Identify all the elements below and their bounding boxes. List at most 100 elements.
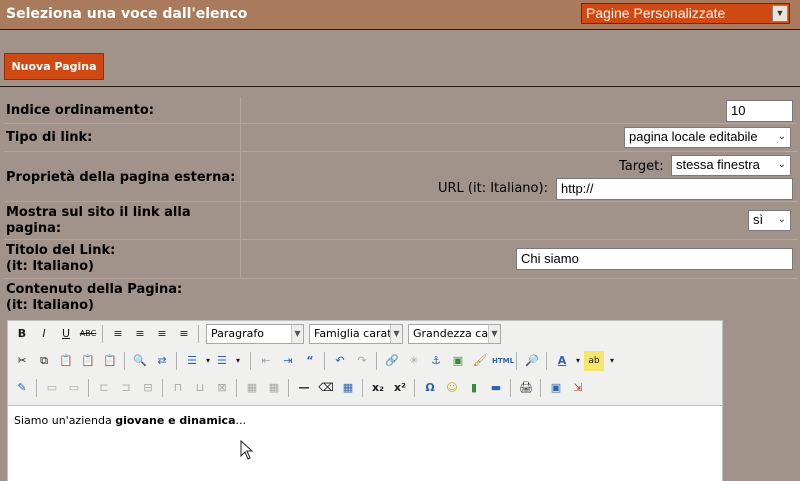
order-index-input[interactable]: 10: [726, 100, 793, 122]
table-icon[interactable]: ▦: [338, 378, 358, 398]
blockquote-icon[interactable]: “: [300, 351, 320, 371]
nonbreaking-icon[interactable]: ▬: [486, 378, 506, 398]
paste-text-icon[interactable]: 📋: [78, 351, 98, 371]
header-bar: Seleziona una voce dall'elenco Pagine Pe…: [0, 0, 800, 30]
new-page-button[interactable]: Nuova Pagina: [4, 53, 104, 80]
row-order-index: Indice ordinamento: 10: [4, 97, 797, 124]
chevron-down-icon: ⌄: [777, 159, 786, 170]
split-cells-icon[interactable]: ▦: [242, 378, 262, 398]
toolbar-separator: [36, 379, 37, 397]
url-input[interactable]: http://: [556, 178, 793, 200]
toolbar-separator: [362, 379, 363, 397]
table-delete-col-icon[interactable]: ⊠: [212, 378, 232, 398]
image-icon[interactable]: ▣: [448, 351, 468, 371]
page-title: Seleziona una voce dall'elenco: [6, 6, 248, 22]
editor-content-area[interactable]: Siamo un'azienda giovane e dinamica...: [8, 405, 722, 481]
chevron-down-icon[interactable]: ▼: [772, 5, 788, 22]
font-size-combo[interactable]: Grandezza car ▼: [408, 324, 501, 344]
rich-text-editor: B I U ABC ≡ ≡ ≡ ≡ Paragrafo ▼ Famiglia c…: [7, 320, 723, 481]
unlink-icon[interactable]: ✳: [404, 351, 424, 371]
column-divider: [240, 240, 241, 278]
column-divider: [240, 152, 241, 201]
remove-format-icon[interactable]: ⌫: [316, 378, 336, 398]
insert-column-icon[interactable]: ▭: [64, 378, 84, 398]
toolbar-separator: [162, 379, 163, 397]
chevron-down-icon[interactable]: ▾: [228, 351, 248, 371]
chevron-down-icon: ⌄: [777, 131, 786, 142]
toolbar-separator: [176, 352, 177, 370]
align-right-icon[interactable]: ≡: [152, 324, 172, 344]
paste-word-icon[interactable]: 📋: [100, 351, 120, 371]
font-family-combo[interactable]: Famiglia caratt ▼: [309, 324, 403, 344]
find-icon[interactable]: 🔍: [130, 351, 150, 371]
html-source-icon[interactable]: HTML: [492, 351, 514, 371]
order-index-label: Indice ordinamento:: [6, 103, 154, 118]
horizontal-rule-icon[interactable]: —: [294, 378, 314, 398]
undo-icon[interactable]: ↶: [330, 351, 350, 371]
emoticon-icon[interactable]: ☺: [442, 378, 462, 398]
outdent-icon[interactable]: ⇤: [256, 351, 276, 371]
content-text: Siamo un'azienda: [14, 414, 116, 427]
align-justify-icon[interactable]: ≡: [174, 324, 194, 344]
table-col-before-icon[interactable]: ⊓: [168, 378, 188, 398]
row-external-page: Proprietà della pagina esterna: Target: …: [4, 152, 797, 202]
toolbar-separator: [88, 379, 89, 397]
indent-icon[interactable]: ⇥: [278, 351, 298, 371]
toolbar-separator: [324, 352, 325, 370]
merge-cells-icon[interactable]: ▦: [264, 378, 284, 398]
replace-icon[interactable]: ⇄: [152, 351, 172, 371]
superscript-icon[interactable]: x²: [390, 378, 410, 398]
mouse-cursor-icon: [240, 440, 254, 460]
redo-icon[interactable]: ↷: [352, 351, 372, 371]
chevron-down-icon[interactable]: ▾: [602, 351, 622, 371]
align-center-icon[interactable]: ≡: [130, 324, 150, 344]
highlight-color-icon[interactable]: ab: [584, 351, 604, 371]
italic-icon[interactable]: I: [34, 324, 54, 344]
underline-icon[interactable]: U: [56, 324, 76, 344]
fullscreen-icon[interactable]: ▣: [546, 378, 566, 398]
toolbar-separator: [546, 352, 547, 370]
toolbar-separator: [288, 379, 289, 397]
strikethrough-icon[interactable]: ABC: [78, 324, 98, 344]
insert-row-icon[interactable]: ▭: [42, 378, 62, 398]
link-type-select[interactable]: pagina locale editabile ⌄: [624, 127, 791, 148]
media-icon[interactable]: ▮: [464, 378, 484, 398]
section-select[interactable]: Pagine Personalizzate ▼: [581, 3, 790, 24]
paste-icon[interactable]: 📋: [56, 351, 76, 371]
chevron-down-icon: ⌄: [777, 214, 786, 225]
link-title-input[interactable]: Chi siamo: [516, 248, 793, 270]
link-icon[interactable]: 🔗: [382, 351, 402, 371]
subscript-icon[interactable]: x₂: [368, 378, 388, 398]
external-page-label: Proprietà della pagina esterna:: [6, 170, 236, 185]
divider: [0, 86, 800, 87]
toolbar-separator: [414, 379, 415, 397]
print-icon[interactable]: 🖨: [516, 378, 536, 398]
toolbar-separator: [540, 379, 541, 397]
preview-icon[interactable]: 🔎: [522, 351, 542, 371]
url-label: URL (it: Italiano):: [438, 181, 548, 196]
show-link-select[interactable]: sì ⌄: [748, 210, 791, 231]
toolbar-separator: [516, 352, 517, 370]
target-select[interactable]: stessa finestra ⌄: [671, 155, 791, 176]
toolbar-separator: [198, 325, 199, 343]
special-char-icon[interactable]: Ω: [420, 378, 440, 398]
table-row-after-icon[interactable]: ⊐: [116, 378, 136, 398]
content-bold-text: giovane e dinamica: [115, 414, 236, 427]
cleanup-icon[interactable]: 🖌: [470, 351, 490, 371]
format-combo-value: Paragrafo: [211, 327, 264, 340]
toolbar-separator: [510, 379, 511, 397]
rtl-direction-icon[interactable]: ⇲: [568, 378, 588, 398]
align-left-icon[interactable]: ≡: [108, 324, 128, 344]
copy-icon[interactable]: ⧉: [34, 351, 54, 371]
row-page-content: Contenuto della Pagina: (it: Italiano): [4, 279, 797, 317]
bold-icon[interactable]: B: [12, 324, 32, 344]
show-link-label-line2: pagina:: [6, 221, 62, 236]
edit-icon[interactable]: ✎: [12, 378, 32, 398]
table-delete-row-icon[interactable]: ⊟: [138, 378, 158, 398]
cut-icon[interactable]: ✂: [12, 351, 32, 371]
format-combo[interactable]: Paragrafo ▼: [206, 324, 304, 344]
anchor-icon[interactable]: ⚓: [426, 351, 446, 371]
page-content-label-line2: (it: Italiano): [6, 298, 94, 313]
table-row-before-icon[interactable]: ⊏: [94, 378, 114, 398]
table-col-after-icon[interactable]: ⊔: [190, 378, 210, 398]
